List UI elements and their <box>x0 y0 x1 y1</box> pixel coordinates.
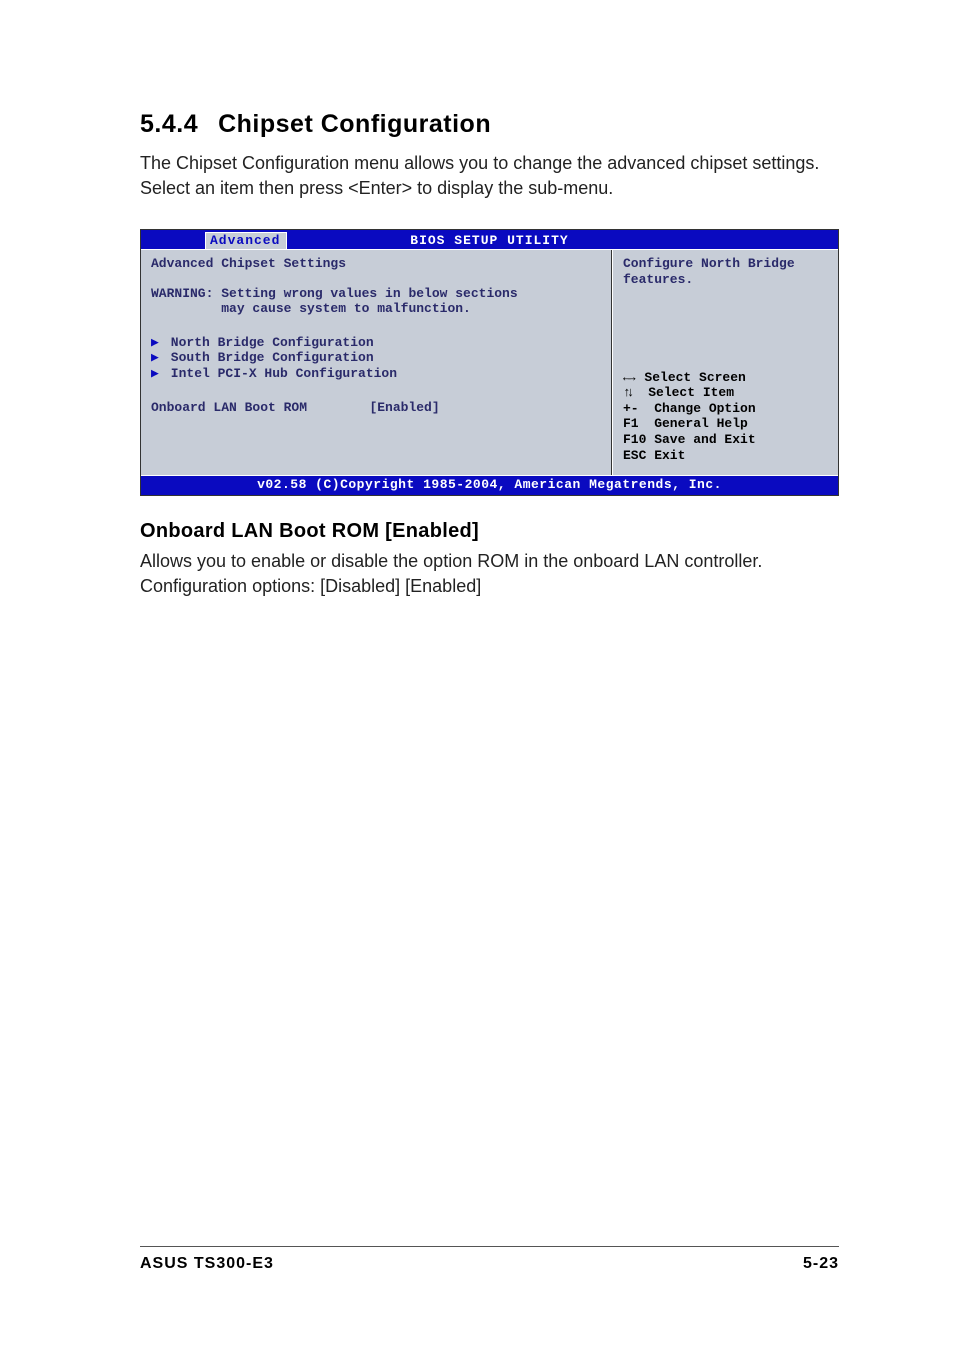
triangle-right-icon: ▶ <box>151 366 163 382</box>
section-number: 5.4.4 <box>140 110 198 139</box>
bios-key-hint: F10 Save and Exit <box>623 432 828 448</box>
bios-left-title: Advanced Chipset Settings <box>151 256 603 272</box>
bios-setting-row: Onboard LAN Boot ROM [Enabled] <box>151 400 603 416</box>
bios-menu-item: ▶ Intel PCI-X Hub Configuration <box>151 366 603 382</box>
bios-left-panel: Advanced Chipset Settings WARNING: Setti… <box>141 250 612 475</box>
bios-key-hint: +- Change Option <box>623 401 828 417</box>
bios-tab-advanced: Advanced <box>205 232 287 249</box>
bios-titlebar: BIOS SETUP UTILITY Advanced <box>141 230 838 249</box>
bios-setting-label: Onboard LAN Boot ROM <box>151 400 307 415</box>
section-title: Chipset Configuration <box>218 110 491 138</box>
bios-help-text: Configure North Bridge features. <box>613 250 838 364</box>
bios-right-panel: Configure North Bridge features. ←→ Sele… <box>612 250 838 475</box>
footer-product: ASUS TS300-E3 <box>140 1255 274 1273</box>
bios-key-hint: ←→ Select Screen <box>623 370 828 386</box>
arrows-lr-icon: ←→ <box>623 370 633 385</box>
bios-title: BIOS SETUP UTILITY <box>410 233 568 249</box>
bios-setting-value: [Enabled] <box>369 400 439 415</box>
bios-menu-list: ▶ North Bridge Configuration▶ South Brid… <box>151 335 603 382</box>
bios-menu-item: ▶ North Bridge Configuration <box>151 335 603 351</box>
section-heading: 5.4.4 Chipset Configuration <box>140 110 839 139</box>
arrows-ud-icon: ↑↓ <box>623 385 631 400</box>
bios-keys-list: ←→ Select Screen↑↓ Select Item+- Change … <box>613 364 838 476</box>
triangle-right-icon: ▶ <box>151 350 163 366</box>
triangle-right-icon: ▶ <box>151 335 163 351</box>
bios-menu-item: ▶ South Bridge Configuration <box>151 350 603 366</box>
page-footer: ASUS TS300-E3 5-23 <box>140 1246 839 1273</box>
bios-key-hint: ↑↓ Select Item <box>623 385 828 401</box>
footer-page-number: 5-23 <box>803 1255 839 1273</box>
bios-screenshot: BIOS SETUP UTILITY Advanced Advanced Chi… <box>140 229 839 495</box>
sub-body: Allows you to enable or disable the opti… <box>140 549 839 599</box>
bios-footer: v02.58 (C)Copyright 1985-2004, American … <box>141 475 838 495</box>
sub-heading: Onboard LAN Boot ROM [Enabled] <box>140 520 839 543</box>
bios-warning: WARNING: Setting wrong values in below s… <box>151 286 603 317</box>
bios-key-hint: F1 General Help <box>623 416 828 432</box>
section-intro: The Chipset Configuration menu allows yo… <box>140 151 839 201</box>
bios-key-hint: ESC Exit <box>623 448 828 464</box>
